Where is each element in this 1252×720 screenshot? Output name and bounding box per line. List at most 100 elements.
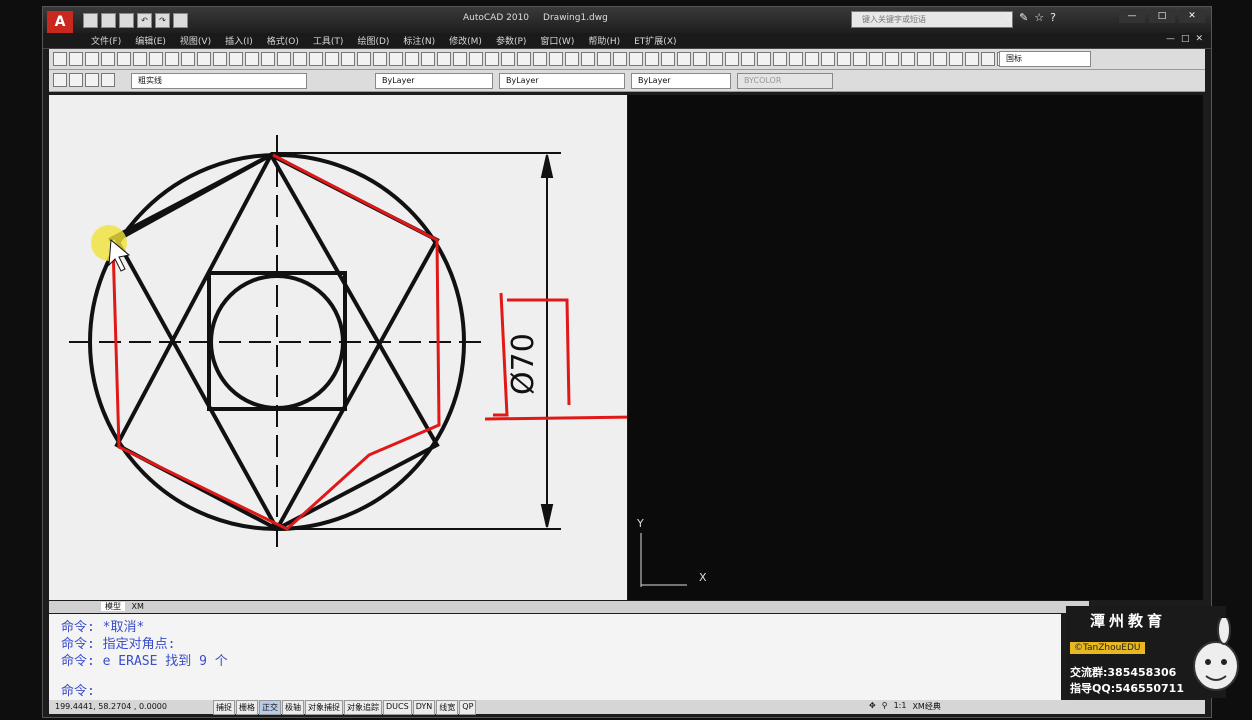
lightbulb-icon[interactable]: [69, 73, 83, 87]
toolbar-tool-icon[interactable]: [117, 52, 131, 66]
toolbar-tool-icon[interactable]: [405, 52, 419, 66]
toolbar-tool-icon[interactable]: [645, 52, 659, 66]
linetype-select[interactable]: ByLayer: [499, 73, 625, 89]
toggle-qp[interactable]: QP: [459, 700, 477, 715]
toolbar-tool-icon[interactable]: [85, 52, 99, 66]
doc-close-button[interactable]: ✕: [1195, 34, 1203, 44]
layer-manager-icon[interactable]: [53, 73, 67, 87]
doc-restore-button[interactable]: □: [1181, 34, 1190, 44]
menu-edit[interactable]: 编辑(E): [135, 34, 166, 47]
toolbar-tool-icon[interactable]: [293, 52, 307, 66]
pan-icon[interactable]: ✥: [869, 701, 876, 712]
toolbar-tool-icon[interactable]: [357, 52, 371, 66]
toggle-snap[interactable]: 捕捉: [213, 700, 235, 715]
tab-xm[interactable]: XM: [132, 602, 144, 611]
menu-insert[interactable]: 插入(I): [225, 34, 253, 47]
toolbar-tool-icon[interactable]: [741, 52, 755, 66]
toolbar-tool-icon[interactable]: [517, 52, 531, 66]
toolbar-tool-icon[interactable]: [981, 52, 995, 66]
color-select[interactable]: ByLayer: [375, 73, 493, 89]
tab-model[interactable]: 模型: [101, 602, 125, 611]
toolbar-tool-icon[interactable]: [805, 52, 819, 66]
toolbar-tool-icon[interactable]: [901, 52, 915, 66]
toolbar-tool-icon[interactable]: [469, 52, 483, 66]
toolbar-tool-icon[interactable]: [917, 52, 931, 66]
command-window[interactable]: 命令: *取消* 命令: 指定对角点: 命令: e ERASE 找到 9 个 命…: [49, 614, 1061, 700]
close-button[interactable]: ✕: [1179, 9, 1205, 23]
lock-icon[interactable]: [101, 73, 115, 87]
toolbar-tool-icon[interactable]: [869, 52, 883, 66]
toolbar-tool-icon[interactable]: [101, 52, 115, 66]
toolbar-tool-icon[interactable]: [309, 52, 323, 66]
toggle-grid[interactable]: 栅格: [236, 700, 258, 715]
menu-format[interactable]: 格式(O): [267, 34, 299, 47]
dimstyle-select[interactable]: 国标: [999, 51, 1091, 67]
toolbar-tool-icon[interactable]: [181, 52, 195, 66]
print-icon[interactable]: [173, 13, 188, 28]
search-input[interactable]: 键入关键字或短语: [851, 11, 1013, 28]
menu-view[interactable]: 视图(V): [180, 34, 211, 47]
redo-icon[interactable]: ↷: [155, 13, 170, 28]
menu-tools[interactable]: 工具(T): [313, 34, 344, 47]
undo-icon[interactable]: ↶: [137, 13, 152, 28]
toolbar-tool-icon[interactable]: [69, 52, 83, 66]
toolbar-tool-icon[interactable]: [437, 52, 451, 66]
toggle-lineweight[interactable]: 线宽: [436, 700, 459, 715]
toolbar-tool-icon[interactable]: [709, 52, 723, 66]
toolbar-tool-icon[interactable]: [277, 52, 291, 66]
toolbar-tool-icon[interactable]: [661, 52, 675, 66]
toolbar-tool-icon[interactable]: [373, 52, 387, 66]
toolbar-tool-icon[interactable]: [261, 52, 275, 66]
toolbar-tool-icon[interactable]: [133, 52, 147, 66]
autocad-logo-icon[interactable]: A: [47, 11, 73, 33]
toggle-ortho[interactable]: 正交: [259, 700, 281, 715]
menu-modify[interactable]: 修改(M): [449, 34, 482, 47]
menu-file[interactable]: 文件(F): [91, 34, 121, 47]
toolbar-tool-icon[interactable]: [853, 52, 867, 66]
help-icon[interactable]: ?: [1050, 11, 1056, 24]
menu-dimension[interactable]: 标注(N): [403, 34, 435, 47]
annotation-scale[interactable]: 1:1: [894, 701, 907, 712]
toolbar-tool-icon[interactable]: [597, 52, 611, 66]
plotstyle-select[interactable]: BYCOLOR: [737, 73, 833, 89]
toolbar-tool-icon[interactable]: [389, 52, 403, 66]
menu-help[interactable]: 帮助(H): [588, 34, 620, 47]
toolbar-tool-icon[interactable]: [581, 52, 595, 66]
toggle-osnap[interactable]: 对象捕捉: [305, 700, 343, 715]
key-icon[interactable]: ✎: [1019, 11, 1028, 24]
sun-icon[interactable]: [85, 73, 99, 87]
star-icon[interactable]: ☆: [1034, 11, 1044, 24]
maximize-button[interactable]: □: [1149, 9, 1175, 23]
menu-window[interactable]: 窗口(W): [540, 34, 574, 47]
toolbar-tool-icon[interactable]: [885, 52, 899, 66]
workspace-switch[interactable]: XM经典: [912, 701, 940, 712]
toolbar-tool-icon[interactable]: [965, 52, 979, 66]
toolbar-tool-icon[interactable]: [565, 52, 579, 66]
drawing-canvas[interactable]: Ø70: [49, 95, 634, 600]
toolbar-tool-icon[interactable]: [837, 52, 851, 66]
toolbar-tool-icon[interactable]: [245, 52, 259, 66]
doc-minimize-button[interactable]: —: [1166, 34, 1175, 44]
new-file-icon[interactable]: [83, 13, 98, 28]
toolbar-tool-icon[interactable]: [549, 52, 563, 66]
toggle-dyn[interactable]: DYN: [412, 700, 436, 715]
toolbar-tool-icon[interactable]: [53, 52, 67, 66]
menu-parametric[interactable]: 参数(P): [496, 34, 526, 47]
toolbar-tool-icon[interactable]: [149, 52, 163, 66]
toolbar-tool-icon[interactable]: [821, 52, 835, 66]
menu-draw[interactable]: 绘图(D): [357, 34, 389, 47]
toolbar-tool-icon[interactable]: [629, 52, 643, 66]
toolbar-tool-icon[interactable]: [677, 52, 691, 66]
toolbar-tool-icon[interactable]: [533, 52, 547, 66]
zoom-icon[interactable]: ⚲: [882, 701, 888, 712]
toolbar-tool-icon[interactable]: [725, 52, 739, 66]
minimize-button[interactable]: —: [1119, 9, 1145, 23]
toolbar-tool-icon[interactable]: [773, 52, 787, 66]
toolbar-tool-icon[interactable]: [501, 52, 515, 66]
open-file-icon[interactable]: [101, 13, 116, 28]
toggle-ducs[interactable]: DUCS: [383, 700, 412, 715]
toolbar-tool-icon[interactable]: [757, 52, 771, 66]
lineweight-select[interactable]: ByLayer: [631, 73, 731, 89]
viewport-dark[interactable]: [628, 95, 1203, 600]
toolbar-tool-icon[interactable]: [165, 52, 179, 66]
